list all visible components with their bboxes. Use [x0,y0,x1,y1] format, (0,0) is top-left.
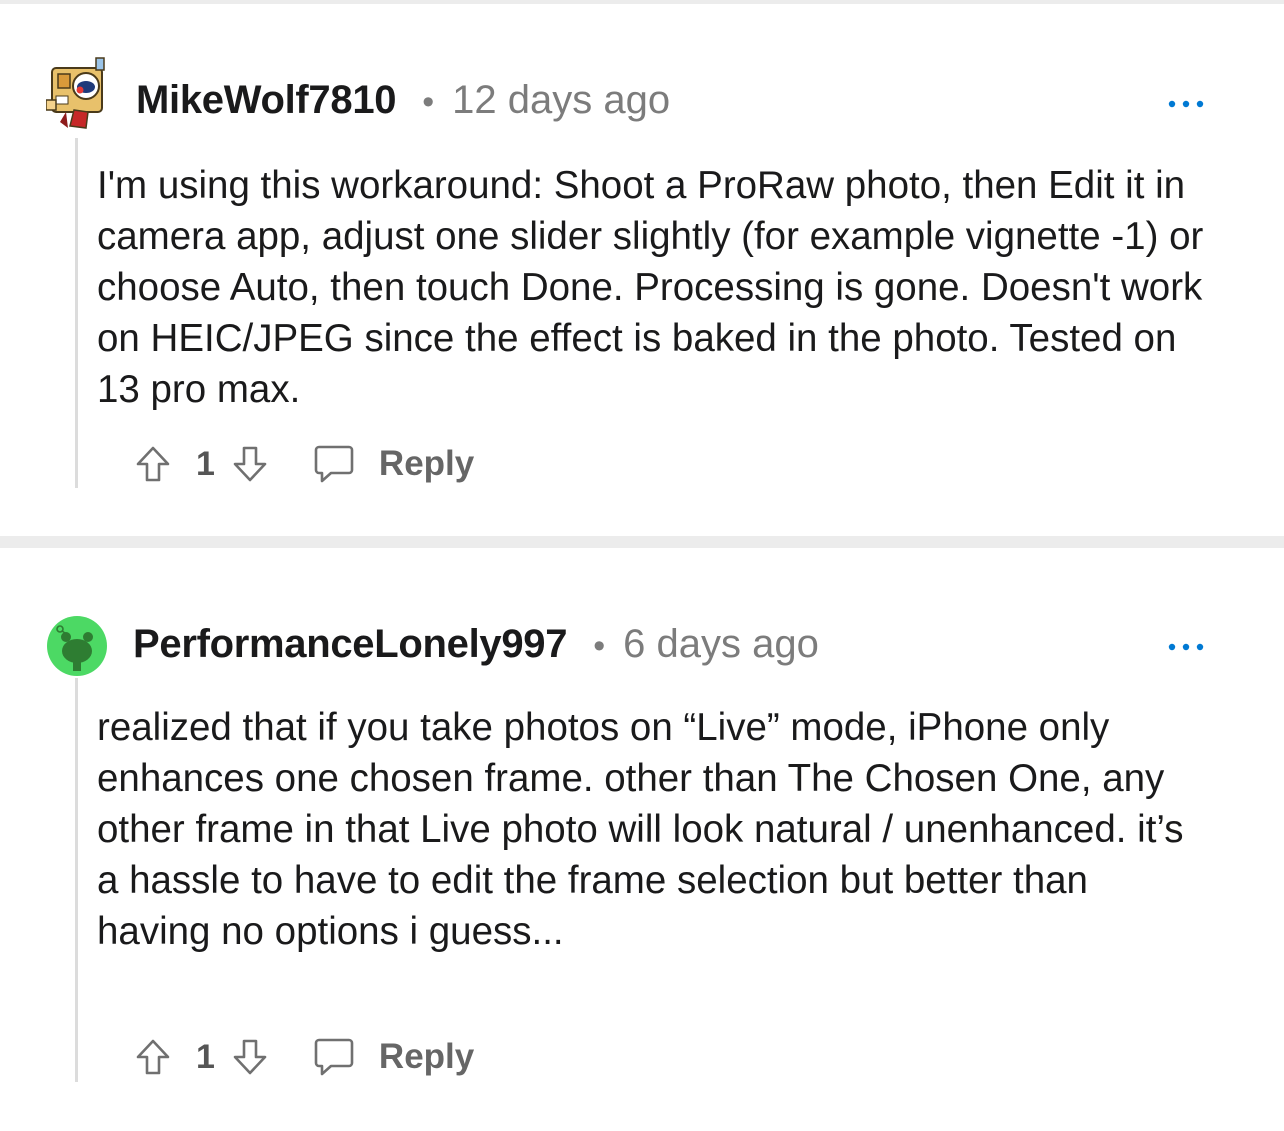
snoo-box-avatar-icon [45,57,105,129]
reply-button[interactable]: Reply [313,444,474,484]
thread-line[interactable] [75,678,78,1082]
comment-header: PerformanceLonely997 • 6 days ago [133,622,819,667]
downvote-arrow-icon [233,1039,267,1075]
username[interactable]: PerformanceLonely997 [133,622,568,667]
snoo-green-avatar-icon [47,616,107,676]
comment-actions: 1 Reply [134,1035,474,1079]
vote-score: 1 [196,1037,215,1076]
downvote-arrow-icon [233,446,267,482]
upvote-button[interactable] [134,444,172,484]
separator-dot: • [422,83,435,121]
comment-1: MikeWolf7810 • 12 days ago I'm using thi… [0,0,1284,540]
timestamp[interactable]: 6 days ago [623,622,819,667]
comment-divider [0,536,1284,548]
more-options-button[interactable] [1166,637,1206,657]
downvote-button[interactable] [231,444,269,484]
username[interactable]: MikeWolf7810 [136,78,397,123]
user-avatar[interactable] [45,56,112,134]
reply-button[interactable]: Reply [313,1037,474,1077]
more-options-ellipsis-icon [1168,643,1204,651]
more-options-ellipsis-icon [1168,100,1204,108]
thread-line[interactable] [75,138,78,488]
user-avatar[interactable] [46,615,108,677]
reply-label: Reply [378,444,475,483]
downvote-button[interactable] [231,1037,269,1077]
separator-dot: • [593,627,606,665]
upvote-arrow-icon [136,1039,170,1075]
timestamp[interactable]: 12 days ago [452,78,670,123]
upvote-arrow-icon [136,446,170,482]
comment-actions: 1 Reply [134,442,474,486]
speech-bubble-icon [314,445,354,483]
speech-bubble-icon [314,1038,354,1076]
more-options-button[interactable] [1166,94,1206,114]
comment-2: PerformanceLonely997 • 6 days ago realiz… [0,548,1284,1131]
reply-label: Reply [378,1037,475,1076]
upvote-button[interactable] [134,1037,172,1077]
comment-header: MikeWolf7810 • 12 days ago [136,78,670,123]
vote-score: 1 [196,444,215,483]
comment-body: realized that if you take photos on “Liv… [97,706,1184,953]
comment-body: I'm using this workaround: Shoot a ProRa… [97,164,1204,411]
